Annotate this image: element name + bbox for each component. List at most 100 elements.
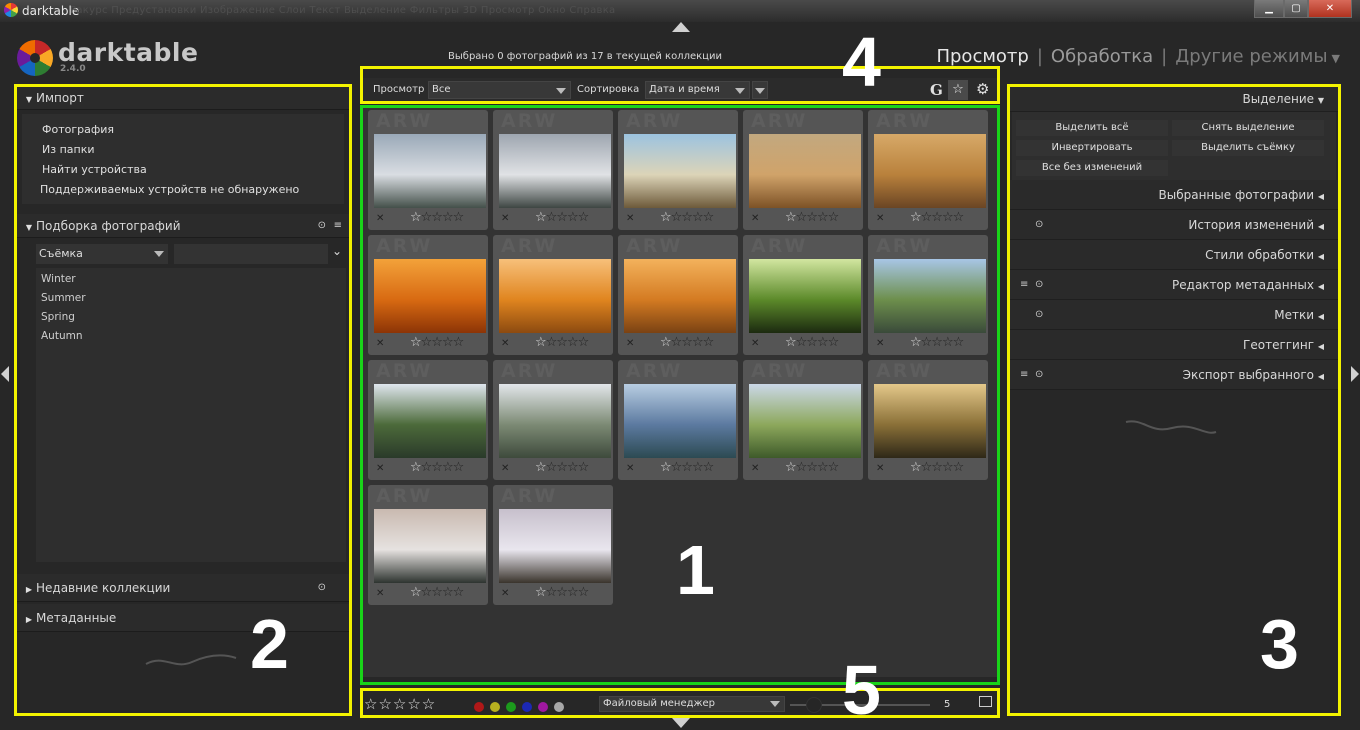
select-untouched-button[interactable]: Все без изменений: [1016, 160, 1168, 176]
select-all-button[interactable]: Выделить всё: [1016, 120, 1168, 136]
remaining-stars-icon[interactable]: ☆☆☆☆: [546, 460, 590, 475]
preferences-gear-icon[interactable]: ⚙: [976, 80, 989, 98]
star-rating[interactable]: ☆☆☆☆☆: [785, 210, 840, 225]
first-star-icon[interactable]: ☆: [785, 335, 797, 350]
thumbnail-winter-bridge[interactable]: ARW ✕ ☆☆☆☆☆: [493, 110, 613, 230]
reset-icon[interactable]: ⊙: [318, 214, 326, 238]
collect-property-select[interactable]: Съёмка: [36, 244, 168, 264]
view-lighttable-link[interactable]: Просмотр: [936, 46, 1028, 67]
star-rating[interactable]: ☆☆☆☆☆: [535, 335, 590, 350]
first-star-icon[interactable]: ☆: [910, 335, 922, 350]
reject-icon[interactable]: ✕: [751, 338, 759, 349]
color-label-filter-dot[interactable]: [490, 702, 500, 712]
reject-icon[interactable]: ✕: [376, 338, 384, 349]
first-star-icon[interactable]: ☆: [535, 460, 547, 475]
styles-header[interactable]: Стили обработки ◀: [1010, 240, 1338, 270]
remaining-stars-icon[interactable]: ☆☆☆☆: [546, 335, 590, 350]
first-star-icon[interactable]: ☆: [535, 210, 547, 225]
remaining-stars-icon[interactable]: ☆☆☆☆: [796, 335, 840, 350]
thumbnail-green-field-clouds[interactable]: ARW ✕ ☆☆☆☆☆: [743, 360, 863, 480]
first-star-icon[interactable]: ☆: [660, 335, 672, 350]
thumbnail-green-forest[interactable]: ARW ✕ ☆☆☆☆☆: [743, 235, 863, 355]
remaining-stars-icon[interactable]: ☆☆☆☆: [671, 460, 715, 475]
reject-icon[interactable]: ✕: [626, 463, 634, 474]
reject-icon[interactable]: ✕: [501, 338, 509, 349]
thumbnail-lake-with-log[interactable]: ARW ✕ ☆☆☆☆☆: [493, 360, 613, 480]
reject-icon[interactable]: ✕: [751, 213, 759, 224]
remaining-stars-icon[interactable]: ☆☆☆☆: [796, 210, 840, 225]
remaining-stars-icon[interactable]: ☆☆☆☆: [546, 210, 590, 225]
reject-icon[interactable]: ✕: [501, 463, 509, 474]
collect-module-header[interactable]: ▼ Подборка фотографий ⊙ ≡: [16, 214, 350, 238]
first-star-icon[interactable]: ☆: [660, 210, 672, 225]
reject-icon[interactable]: ✕: [501, 588, 509, 599]
sort-order-toggle[interactable]: [752, 81, 768, 99]
import-module-header[interactable]: ▼ Импорт: [16, 86, 350, 110]
collapse-top-panel-arrow-icon[interactable]: [672, 22, 690, 32]
color-label-filter-dot[interactable]: [506, 702, 516, 712]
star-rating[interactable]: ☆☆☆☆☆: [910, 335, 965, 350]
presets-icon[interactable]: ≡: [1020, 360, 1028, 390]
import-photo-button[interactable]: Фотография: [28, 120, 344, 140]
collect-value-item[interactable]: Winter: [36, 270, 346, 289]
collapse-left-panel-arrow-icon[interactable]: [1, 366, 9, 382]
thumbnail-winter-forest-bench[interactable]: ARW ✕ ☆☆☆☆☆: [368, 110, 488, 230]
color-label-filter-dot[interactable]: [554, 702, 564, 712]
color-label-filter-dot[interactable]: [522, 702, 532, 712]
color-label-filter-dot[interactable]: [538, 702, 548, 712]
thumbnail-autumn-forest-path[interactable]: ARW ✕ ☆☆☆☆☆: [618, 235, 738, 355]
collect-search-input[interactable]: [174, 244, 328, 264]
star-rating[interactable]: ☆☆☆☆☆: [660, 335, 714, 350]
select-module-header[interactable]: Выделение ▼: [1010, 86, 1338, 112]
collect-value-item[interactable]: Autumn: [36, 327, 346, 346]
star-rating[interactable]: ☆☆☆☆☆: [535, 210, 590, 225]
presets-icon[interactable]: ≡: [1020, 270, 1028, 300]
reject-icon[interactable]: ✕: [876, 338, 884, 349]
overlay-star-icon[interactable]: ☆: [948, 80, 968, 100]
collect-value-item[interactable]: Summer: [36, 289, 346, 308]
reject-icon[interactable]: ✕: [876, 463, 884, 474]
reject-icon[interactable]: ✕: [376, 588, 384, 599]
metadata-module-header[interactable]: ▶ Метаданные: [16, 604, 350, 632]
tagging-header[interactable]: ⊙ Метки ◀: [1010, 300, 1338, 330]
remaining-stars-icon[interactable]: ☆☆☆☆: [921, 335, 965, 350]
zoom-value[interactable]: 5: [944, 699, 950, 710]
minimize-button[interactable]: ▁: [1254, 0, 1284, 18]
grouping-button[interactable]: G: [930, 81, 943, 99]
collapse-bottom-panel-arrow-icon[interactable]: [672, 718, 690, 728]
star-rating[interactable]: ☆☆☆☆☆: [660, 460, 715, 475]
thumbnail-lake-with-stones[interactable]: ARW ✕ ☆☆☆☆☆: [868, 235, 988, 355]
thumbnail-tree-sunset[interactable]: ARW ✕ ☆☆☆☆☆: [868, 360, 988, 480]
reject-icon[interactable]: ✕: [876, 213, 884, 224]
remaining-stars-icon[interactable]: ☆☆☆☆: [421, 460, 465, 475]
maximize-button[interactable]: ▢: [1284, 0, 1308, 18]
collapse-right-panel-arrow-icon[interactable]: [1351, 366, 1359, 382]
display-profile-icon[interactable]: [979, 696, 992, 707]
reject-icon[interactable]: ✕: [376, 213, 384, 224]
remaining-stars-icon[interactable]: ☆☆☆☆: [421, 585, 465, 600]
remaining-stars-icon[interactable]: ☆☆☆☆: [921, 210, 965, 225]
thumbnail-mountain-lake[interactable]: ARW ✕ ☆☆☆☆☆: [618, 360, 738, 480]
close-button[interactable]: ✕: [1308, 0, 1352, 18]
layout-select[interactable]: Файловый менеджер: [599, 696, 785, 712]
selected-images-header[interactable]: Выбранные фотографии ◀: [1010, 180, 1338, 210]
thumbnail-haystacks-field[interactable]: ARW ✕ ☆☆☆☆☆: [743, 110, 863, 230]
reset-icon[interactable]: ⊙: [1035, 360, 1043, 390]
invert-selection-button[interactable]: Инвертировать: [1016, 140, 1168, 156]
first-star-icon[interactable]: ☆: [910, 210, 922, 225]
thumbnail-autumn-trees-field[interactable]: ARW ✕ ☆☆☆☆☆: [618, 110, 738, 230]
color-label-filter-dot[interactable]: [474, 702, 484, 712]
star-rating[interactable]: ☆☆☆☆☆: [785, 335, 840, 350]
select-film-roll-button[interactable]: Выделить съёмку: [1172, 140, 1324, 156]
remaining-stars-icon[interactable]: ☆☆☆☆: [421, 210, 465, 225]
remaining-stars-icon[interactable]: ☆☆☆☆: [921, 460, 965, 475]
reject-icon[interactable]: ✕: [751, 463, 759, 474]
remaining-stars-icon[interactable]: ☆☆☆☆: [421, 335, 465, 350]
recent-collections-header[interactable]: ▶ Недавние коллекции ⊙: [16, 574, 350, 602]
thumbnail-autumn-birch-forest[interactable]: ARW ✕ ☆☆☆☆☆: [493, 235, 613, 355]
rating-filter-stars[interactable]: ☆☆☆☆☆: [364, 695, 436, 713]
reject-icon[interactable]: ✕: [626, 213, 634, 224]
remaining-stars-icon[interactable]: ☆☆☆☆: [796, 460, 840, 475]
chevron-down-icon[interactable]: ⌄: [332, 244, 342, 258]
thumbnail-snowy-pines[interactable]: ARW ✕ ☆☆☆☆☆: [368, 485, 488, 605]
